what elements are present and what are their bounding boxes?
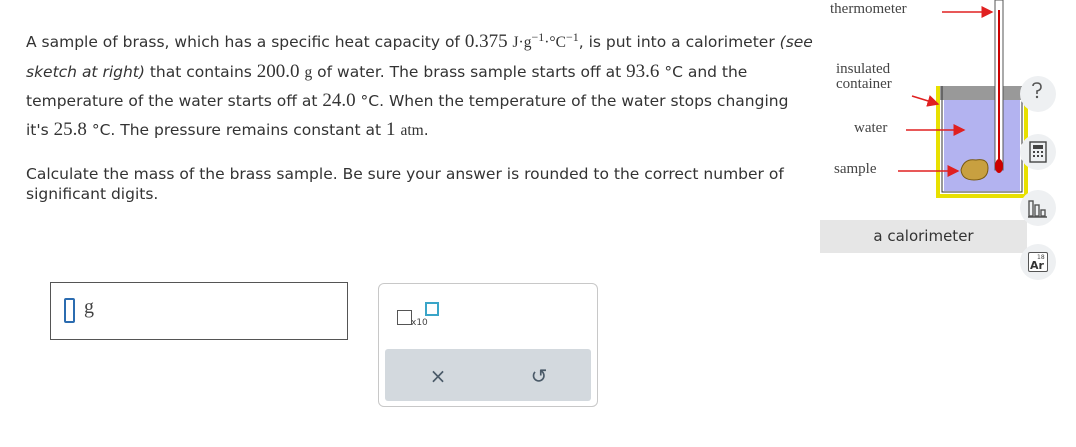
math-tool-panel: x10 × ↺ (378, 283, 598, 407)
exponent-box-icon (425, 302, 439, 316)
problem-statement: A sample of brass, which has a specific … (26, 28, 816, 145)
question-bubble-icon (1032, 82, 1042, 99)
calorimeter-diagram (898, 0, 1028, 198)
water-temp-value: 24.0 (322, 90, 356, 112)
thermometer-label: thermometer (830, 1, 907, 17)
exponent: −1 (531, 29, 545, 44)
element-symbol: Ar (1030, 259, 1044, 272)
thermometer-bulb (995, 159, 1003, 173)
answer-field[interactable]: g (50, 282, 348, 340)
clear-button[interactable]: × (423, 361, 453, 391)
problem-text: A sample of brass, which has a specific … (26, 33, 465, 51)
insulated-label-line2: container (836, 76, 892, 92)
problem-text: that contains (144, 62, 257, 81)
sample-label: sample (834, 161, 877, 177)
final-temp-value: 25.8 (53, 118, 87, 140)
unit-atm: atm (400, 121, 424, 139)
brass-temp-value: 93.6 (626, 60, 660, 82)
calculator-button[interactable] (1020, 134, 1056, 170)
question-text: Calculate the mass of the brass sample. … (26, 165, 784, 203)
tool-action-bar: × ↺ (385, 349, 591, 401)
container-lid (938, 86, 1024, 100)
scientific-notation-button[interactable]: x10 (395, 300, 441, 330)
unit-j-per-g: J·g (512, 34, 532, 51)
problem-text: , is put into a calorimeter (578, 33, 780, 51)
bar-chart-icon (1028, 200, 1047, 218)
answer-input[interactable] (64, 298, 75, 323)
heat-capacity-value: 0.375 (464, 31, 508, 52)
pressure-value: 1 (386, 118, 396, 140)
problem-text: of water. The brass sample starts off at (312, 62, 627, 81)
data-button[interactable] (1020, 190, 1056, 226)
brass-sample (960, 159, 989, 181)
exponent: −1 (565, 29, 579, 44)
container-arrow (911, 95, 940, 107)
problem-text: . (423, 120, 429, 139)
x10-label: x10 (411, 318, 428, 328)
insulated-label-line1: insulated (836, 61, 891, 77)
coefficient-box-icon (397, 310, 412, 325)
calorimeter-caption: a calorimeter (820, 220, 1027, 253)
water-label: water (854, 120, 888, 136)
periodic-table-icon: 18 Ar (1028, 252, 1048, 272)
periodic-table-button[interactable]: 18 Ar (1020, 244, 1056, 280)
undo-button[interactable]: ↺ (524, 361, 554, 391)
problem-text: °C. The pressure remains constant at (86, 120, 387, 139)
unit-per-c: ·°C (544, 34, 566, 51)
answer-unit: g (84, 296, 94, 318)
explanation-button[interactable] (1020, 76, 1056, 112)
water-mass-value: 200.0 (256, 60, 300, 82)
calculator-icon (1029, 141, 1047, 163)
